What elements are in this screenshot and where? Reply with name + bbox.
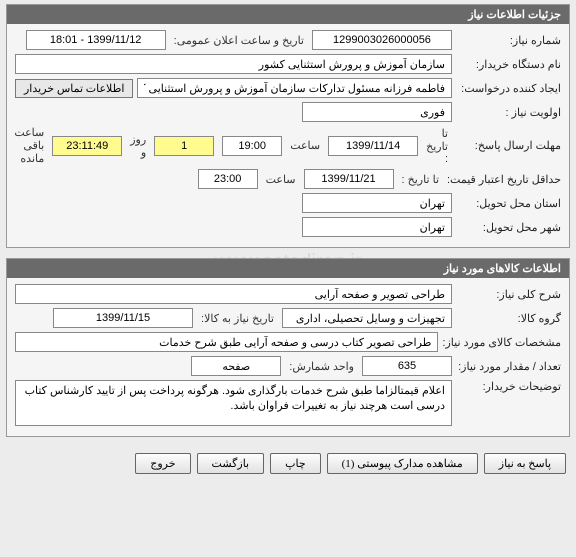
notes-field[interactable] xyxy=(15,380,452,426)
need-desc-field[interactable] xyxy=(15,284,452,304)
spec-label: مشخصات کالای مورد نیاز: xyxy=(442,336,561,349)
need-by-label: تاریخ نیاز به کالا: xyxy=(197,312,278,325)
goods-info-header: اطلاعات کالاهای مورد نیاز xyxy=(7,259,569,278)
buyer-field[interactable] xyxy=(15,54,452,74)
need-by-field[interactable] xyxy=(53,308,193,328)
delivery-prov-field[interactable] xyxy=(302,193,452,213)
until-label: تا تاریخ : xyxy=(422,127,452,165)
priority-label: اولویت نیاز : xyxy=(456,106,561,119)
unit-field[interactable] xyxy=(191,356,281,376)
need-no-label: شماره نیاز: xyxy=(456,34,561,47)
announce-label: تاریخ و ساعت اعلان عمومی: xyxy=(170,34,308,47)
delivery-prov-label: استان محل تحویل: xyxy=(456,197,561,210)
days-label: روز و xyxy=(126,133,150,159)
attachments-button[interactable]: مشاهده مدارک پیوستی (1) xyxy=(327,453,478,474)
until-label-2: تا تاریخ : xyxy=(398,173,443,186)
button-bar: پاسخ به نیاز مشاهده مدارک پیوستی (1) چاپ… xyxy=(0,447,576,484)
remain-label: ساعت باقی مانده xyxy=(10,126,48,165)
delivery-city-label: شهر محل تحویل: xyxy=(456,221,561,234)
goods-info-panel: اطلاعات کالاهای مورد نیاز شرح کلی نیاز: … xyxy=(6,258,570,437)
unit-label: واحد شمارش: xyxy=(285,360,358,373)
validity-label: حداقل تاریخ اعتبار قیمت: xyxy=(447,173,561,186)
qty-label: تعداد / مقدار مورد نیاز: xyxy=(456,360,561,373)
group-label: گروه کالا: xyxy=(456,312,561,325)
deadline-time-field[interactable] xyxy=(222,136,282,156)
validity-date-field[interactable] xyxy=(304,169,394,189)
notes-label: توضیحات خریدار: xyxy=(456,380,561,393)
qty-field[interactable] xyxy=(362,356,452,376)
spec-field[interactable] xyxy=(15,332,438,352)
buyer-label: نام دستگاه خریدار: xyxy=(456,58,561,71)
priority-field[interactable] xyxy=(302,102,452,122)
delivery-city-field[interactable] xyxy=(302,217,452,237)
time-remaining-field[interactable] xyxy=(52,136,122,156)
need-details-panel: جزئیات اطلاعات نیاز شماره نیاز: تاریخ و … xyxy=(6,4,570,248)
deadline-label: مهلت ارسال پاسخ: xyxy=(456,139,561,152)
announce-field[interactable] xyxy=(26,30,166,50)
contact-button[interactable]: اطلاعات تماس خریدار xyxy=(15,79,133,98)
need-no-field[interactable] xyxy=(312,30,452,50)
days-remaining-field[interactable] xyxy=(154,136,214,156)
need-details-header: جزئیات اطلاعات نیاز xyxy=(7,5,569,24)
group-field[interactable] xyxy=(282,308,452,328)
time-label-2: ساعت xyxy=(262,173,300,186)
deadline-date-field[interactable] xyxy=(328,136,418,156)
time-label-1: ساعت xyxy=(286,139,324,152)
exit-button[interactable]: خروج xyxy=(135,453,190,474)
respond-button[interactable]: پاسخ به نیاز xyxy=(484,453,566,474)
need-desc-label: شرح کلی نیاز: xyxy=(456,288,561,301)
creator-label: ایجاد کننده درخواست: xyxy=(456,82,561,95)
print-button[interactable]: چاپ xyxy=(270,453,321,474)
back-button[interactable]: بازگشت xyxy=(197,453,265,474)
validity-time-field[interactable] xyxy=(198,169,258,189)
creator-field[interactable] xyxy=(137,78,452,98)
